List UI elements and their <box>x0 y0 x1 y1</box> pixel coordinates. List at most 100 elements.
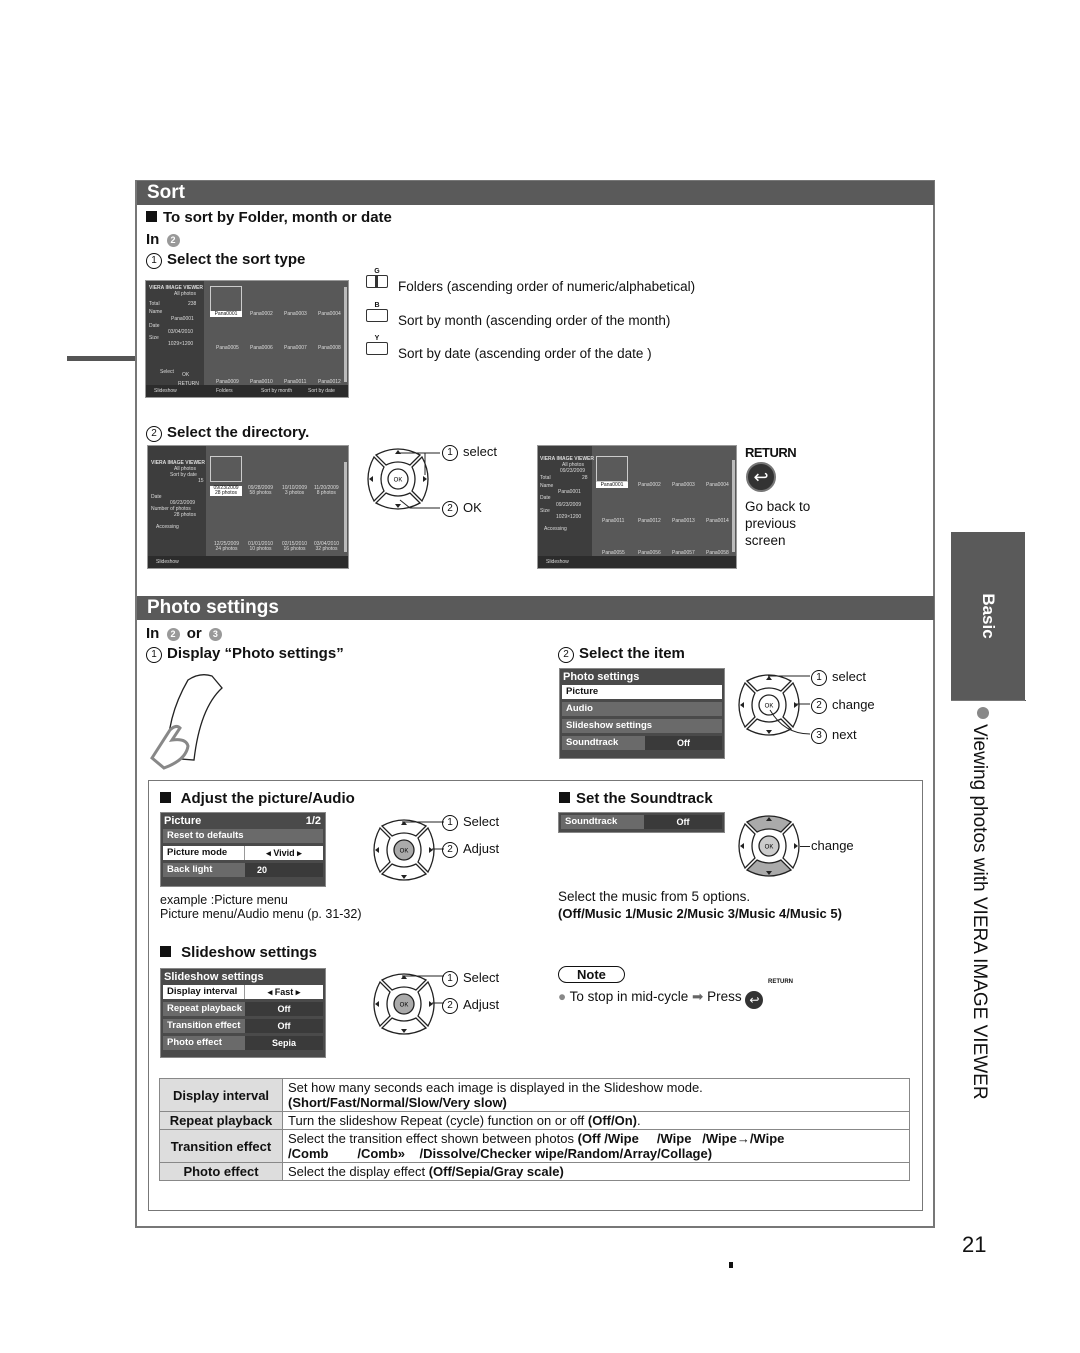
menu-row-display-interval[interactable]: Display interval ◂ Fast ▸ <box>163 985 323 999</box>
desc-line: Select the transition effect shown betwe… <box>288 1131 578 1146</box>
soundtrack-row[interactable]: Soundtrack Off <box>561 815 722 829</box>
tv-thumb-label: 09/28/2009 58 photos <box>248 486 273 496</box>
menu-row-reset[interactable]: Reset to defaults <box>163 829 323 843</box>
table-key: Transition effect <box>159 1129 283 1163</box>
circled-number-icon: 1 <box>442 445 458 461</box>
sort-option-text: Sort by month (ascending order of the mo… <box>398 313 671 328</box>
tv-thumb-label: Pana0003 <box>672 482 695 488</box>
tv-thumb-label: Pana0007 <box>284 345 307 351</box>
tv-ok-hint: OK <box>182 372 190 378</box>
tv-select-hint: Select <box>160 369 174 375</box>
dpad-adjust-label: 2 Adjust <box>442 997 499 1014</box>
color-key-label: Y <box>374 335 380 342</box>
desc-options: (Off /Wipe /Wipe /Wipe→/Wipe <box>577 1131 785 1146</box>
photo-settings-menu: Photo settings Picture Audio Slideshow s… <box>559 668 725 759</box>
tv-footer-slideshow: Slideshow <box>154 388 177 394</box>
tv-size-value: 1029×1200 <box>556 514 582 520</box>
desc-line: Turn the slideshow Repeat (cycle) functi… <box>288 1113 588 1128</box>
tv-scrollbar <box>344 462 347 552</box>
menu-row-label: Reset to defaults <box>167 830 244 841</box>
menu-row-repeat-playback[interactable]: Repeat playback Off <box>163 1002 323 1016</box>
return-button-icon: ↩ <box>745 991 764 1009</box>
tv-thumb-label: 12/25/2009 24 photos <box>214 542 239 552</box>
tv-thumb-label: Pana0011 <box>602 518 625 524</box>
slideshow-heading: Slideshow settings <box>160 944 317 961</box>
square-bullet-icon <box>160 946 171 957</box>
menu-row-photo-effect[interactable]: Photo effect Sepia <box>163 1036 323 1050</box>
soundtrack-heading: Set the Soundtrack <box>559 790 713 807</box>
tv-thumb-label: 11/20/2009 8 photos <box>314 486 339 496</box>
photo-settings-section-header: Photo settings <box>137 596 934 620</box>
tv-thumb-label: 03/04/2010 32 photos <box>314 542 339 552</box>
picture-menu: Picture 1/2 Reset to defaults Picture mod… <box>160 812 326 887</box>
circled-number-icon: 1 <box>442 971 458 987</box>
callout-line <box>800 846 810 847</box>
color-key-label: B <box>374 302 380 309</box>
tv-thumb-label: Pana0004 <box>318 311 341 317</box>
sort-step2-label: Select the directory. <box>167 424 310 441</box>
photo-settings-in-step: In 2 or 3 <box>146 625 225 642</box>
menu-row-value: Off <box>245 1002 323 1016</box>
square-bullet-icon <box>559 792 570 803</box>
menu-title: Picture <box>164 815 202 827</box>
menu-item-label: Audio <box>566 703 593 714</box>
select-text: Select <box>463 814 500 829</box>
basic-side-tab[interactable]: Basic <box>951 532 1025 700</box>
table-desc: Turn the slideshow Repeat (cycle) functi… <box>282 1111 910 1130</box>
menu-row-transition-effect[interactable]: Transition effect Off <box>163 1019 323 1033</box>
circled-number-icon: 1 <box>146 253 162 269</box>
circled-number-icon: 1 <box>811 670 827 686</box>
menu-item-picture[interactable]: Picture <box>562 685 722 699</box>
return-small-label: RETURN <box>768 979 793 985</box>
table-row: Photo effect Select the display effect (… <box>159 1162 910 1181</box>
tv-thumb-label: Pana0001 <box>210 311 242 317</box>
dpad-select-label: 1 Select <box>442 814 499 831</box>
menu-row-picture-mode[interactable]: Picture mode ◂ Vivid ▸ <box>163 846 323 860</box>
sort-section-header: Sort <box>137 181 934 205</box>
in-label: In <box>146 231 160 248</box>
dpad-next-label: 3 next <box>811 727 857 744</box>
tv-thumb-label: Pana0003 <box>284 311 307 317</box>
menu-title: Slideshow settings <box>164 971 264 983</box>
in-label: In <box>146 625 160 642</box>
tv-thumbnail-selected <box>210 456 242 482</box>
step1-label: Display “Photo settings” <box>167 645 344 662</box>
tv-thumb-label: Pana0001 <box>596 482 628 488</box>
callout-lines <box>402 821 444 850</box>
menu-item-slideshow-settings[interactable]: Slideshow settings <box>562 719 722 733</box>
menu-row-back-light[interactable]: Back light 20 <box>163 863 323 877</box>
soundtrack-value: Off <box>644 815 722 829</box>
tv-footer-slideshow: Slideshow <box>546 559 569 565</box>
select-text: select <box>832 669 866 684</box>
sort-option-folders: G <box>366 268 388 288</box>
value-text: Fast <box>274 987 294 997</box>
return-button-icon: ↩ <box>746 462 776 492</box>
menu-item-soundtrack[interactable]: Soundtrack Off <box>562 736 722 750</box>
circled-number-icon: 1 <box>146 647 162 663</box>
square-bullet-icon <box>160 792 171 803</box>
remote-dpad-icon: OK <box>738 815 800 877</box>
circled-number-icon: 2 <box>811 698 827 714</box>
note-text-span: To stop in mid-cycle <box>569 989 689 1004</box>
press-text: Press <box>707 989 742 1004</box>
square-bullet-icon <box>146 211 157 222</box>
tv-thumb-label: Pana0006 <box>250 345 273 351</box>
menu-row-value: ◂ Fast ▸ <box>244 985 323 999</box>
tv-thumb-label: 10/10/2009 3 photos <box>282 486 307 496</box>
tv-accessing: Accessing <box>156 524 179 530</box>
table-row: Transition effect Select the transition … <box>159 1129 910 1163</box>
tv-thumb-label: 02/15/2010 16 photos <box>282 542 307 552</box>
menu-item-audio[interactable]: Audio <box>562 702 722 716</box>
blue-button-icon <box>366 309 388 322</box>
dpad-adjust-label: 2 Adjust <box>442 841 499 858</box>
tv-name-label: Name <box>149 309 163 315</box>
table-row: Display interval Set how many seconds ea… <box>159 1078 910 1112</box>
sort-step2: 2 Select the directory. <box>146 424 309 442</box>
tv-size-label: Size <box>149 335 159 341</box>
return-desc-line: previous <box>745 516 797 531</box>
return-label: RETURN <box>745 445 797 460</box>
note-box: Note <box>558 966 625 984</box>
circled-number-icon: 3 <box>811 728 827 744</box>
thumb-count: 24 photos <box>215 546 238 552</box>
slideshow-settings-table: Display interval Set how many seconds ea… <box>159 1078 910 1181</box>
